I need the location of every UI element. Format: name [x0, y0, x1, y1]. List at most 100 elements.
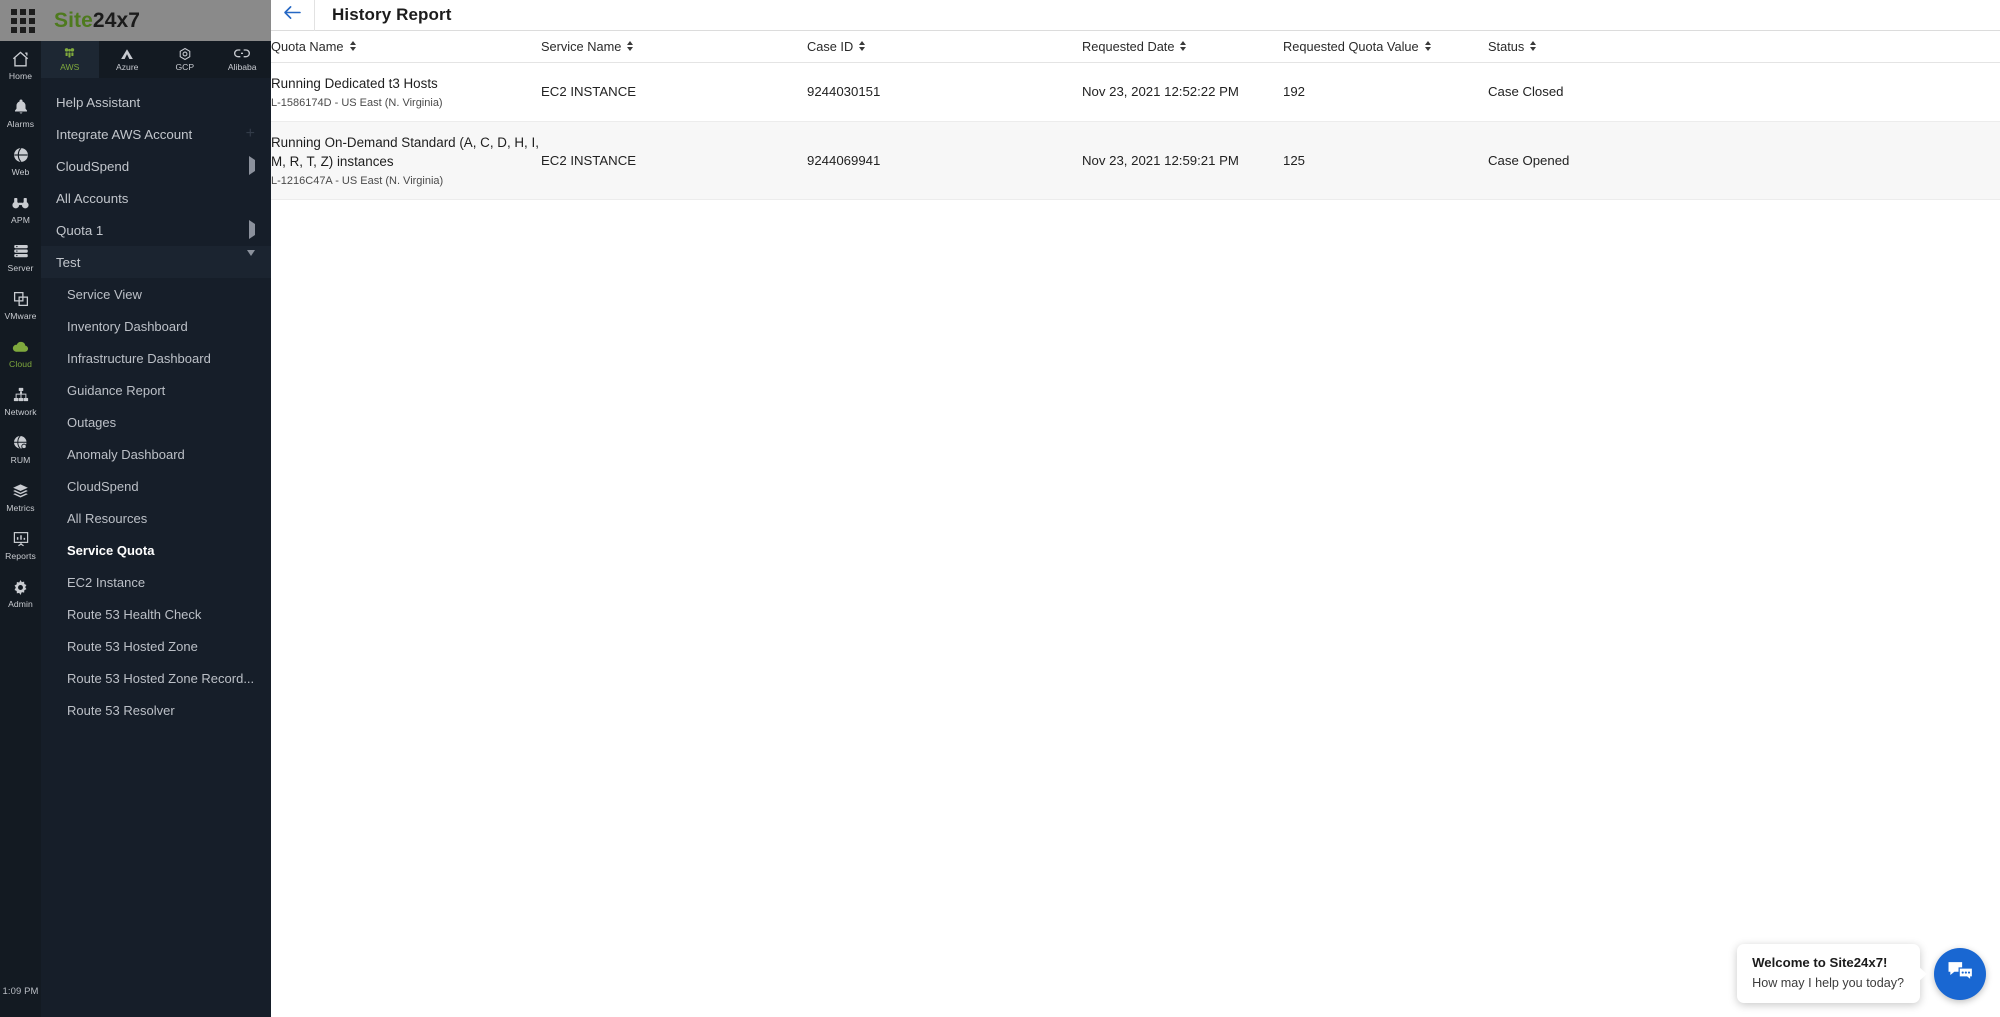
rail-item-rum[interactable]: RUM — [0, 425, 41, 473]
chat-greeting-title: Welcome to Site24x7! — [1752, 955, 1888, 970]
chat-greeting-bubble[interactable]: Welcome to Site24x7! How may I help you … — [1737, 944, 1920, 1003]
sort-arrows-icon[interactable] — [1180, 41, 1187, 52]
table-row[interactable]: Running Dedicated t3 Hosts L-1586174D - … — [271, 62, 2000, 122]
column-header-status[interactable]: Status — [1488, 31, 2000, 63]
sidebar-item-service-quota[interactable]: Service Quota — [41, 534, 271, 566]
sidebar-item-label: Quota 1 — [56, 222, 104, 238]
sidebar-item-integrate-aws-account[interactable]: Integrate AWS Account + — [41, 118, 271, 150]
windows-stack-icon — [11, 290, 30, 309]
rail-label: Network — [4, 406, 37, 417]
sidebar-item-label: Route 53 Health Check — [67, 606, 202, 622]
sort-arrows-icon[interactable] — [627, 41, 634, 52]
quota-name-text: Running Dedicated t3 Hosts — [271, 75, 438, 91]
sort-arrows-icon[interactable] — [1424, 41, 1431, 52]
rail-item-home[interactable]: Home — [0, 41, 41, 89]
sidebar-item-label: Route 53 Hosted Zone Record... — [67, 670, 255, 686]
cell-service-name: EC2 INSTANCE — [541, 62, 807, 122]
sidebar-item-service-view[interactable]: Service View — [41, 278, 271, 310]
layers-icon — [11, 482, 30, 501]
sidebar-item-quota-1[interactable]: Quota 1 — [41, 214, 271, 246]
sidebar-item-label: Anomaly Dashboard — [67, 446, 185, 462]
aws-icon — [62, 47, 77, 61]
rail-item-vmware[interactable]: VMware — [0, 281, 41, 329]
sidebar-item-anomaly-dashboard[interactable]: Anomaly Dashboard — [41, 438, 271, 470]
back-button[interactable] — [271, 0, 315, 31]
plus-icon[interactable]: + — [246, 126, 255, 142]
sidebar-item-route-53-resolver[interactable]: Route 53 Resolver — [41, 694, 271, 726]
tab-alibaba[interactable]: Alibaba — [214, 41, 272, 78]
column-label: Case ID — [807, 38, 854, 54]
column-header-quota-name[interactable]: Quota Name — [271, 31, 541, 63]
sidebar-item-route-53-hosted-zone-record[interactable]: Route 53 Hosted Zone Record... — [41, 662, 271, 694]
sort-arrows-icon[interactable] — [1530, 41, 1537, 52]
main-content: History Report Quota Name Service Name C… — [271, 0, 2000, 1017]
rail-item-admin[interactable]: Admin — [0, 569, 41, 617]
rail-item-alarms[interactable]: Alarms — [0, 89, 41, 137]
rail-item-server[interactable]: Server — [0, 233, 41, 281]
rail-item-reports[interactable]: Reports — [0, 521, 41, 569]
rail-label: Server — [7, 262, 34, 273]
rail-item-web[interactable]: Web — [0, 137, 41, 185]
column-header-case-id[interactable]: Case ID — [807, 31, 1082, 63]
tab-aws[interactable]: AWS — [41, 41, 99, 78]
sidebar-item-test[interactable]: Test — [41, 246, 271, 278]
sidebar-subgroup-test: Service View Inventory Dashboard Infrast… — [41, 278, 271, 726]
table-row[interactable]: Running On-Demand Standard (A, C, D, H, … — [271, 121, 2000, 200]
sidebar-item-all-resources[interactable]: All Resources — [41, 502, 271, 534]
rail-label: APM — [11, 214, 30, 225]
sidebar-item-label: Test — [56, 254, 81, 270]
sidebar-item-all-accounts[interactable]: All Accounts — [41, 182, 271, 214]
sidebar-item-cloudspend-sub[interactable]: CloudSpend — [41, 470, 271, 502]
quota-name-text: Running On-Demand Standard (A, C, D, H, … — [271, 134, 539, 169]
chevron-down-icon — [247, 250, 255, 267]
tab-label: AWS — [60, 62, 80, 72]
sort-arrows-icon[interactable] — [349, 41, 356, 52]
sidebar-item-label: Service View — [67, 286, 142, 302]
sidebar-item-help-assistant[interactable]: Help Assistant — [41, 86, 271, 118]
column-header-service-name[interactable]: Service Name — [541, 31, 807, 63]
rail-item-metrics[interactable]: Metrics — [0, 473, 41, 521]
sidebar-item-label: Inventory Dashboard — [67, 318, 188, 334]
sidebar-item-label: Service Quota — [67, 542, 155, 558]
column-header-requested-date[interactable]: Requested Date — [1082, 31, 1283, 63]
sidebar-item-route-53-hosted-zone[interactable]: Route 53 Hosted Zone — [41, 630, 271, 662]
home-icon — [11, 50, 30, 69]
secondary-sidebar: AWS Azure GCP Alibaba Help Assistant Int… — [41, 41, 271, 1017]
table-header: Quota Name Service Name Case ID Requeste… — [271, 31, 2000, 63]
rail-item-network[interactable]: Network — [0, 377, 41, 425]
rail-label: Cloud — [9, 358, 32, 369]
tab-label: Azure — [116, 62, 139, 72]
sidebar-item-ec2-instance[interactable]: EC2 Instance — [41, 566, 271, 598]
page-title: History Report — [332, 5, 452, 24]
rail-item-cloud[interactable]: Cloud — [0, 329, 41, 377]
rail-label: VMware — [4, 310, 37, 321]
brand-logo[interactable]: Site24x7 — [54, 9, 140, 33]
tab-azure[interactable]: Azure — [99, 41, 157, 78]
page-header: History Report — [271, 0, 2000, 31]
cell-quota-name: Running On-Demand Standard (A, C, D, H, … — [271, 121, 541, 200]
sidebar-item-label: Route 53 Hosted Zone — [67, 638, 198, 654]
sidebar-item-label: Infrastructure Dashboard — [67, 350, 211, 366]
clock-label: 1:09 PM — [2, 986, 39, 997]
binoculars-icon — [11, 194, 30, 213]
alibaba-icon — [234, 47, 251, 61]
cloud-icon — [11, 338, 30, 357]
sidebar-item-cloudspend[interactable]: CloudSpend — [41, 150, 271, 182]
tab-gcp[interactable]: GCP — [156, 41, 214, 78]
rail-item-apm[interactable]: APM — [0, 185, 41, 233]
presentation-chart-icon — [11, 530, 30, 549]
cell-service-name: EC2 INSTANCE — [541, 121, 807, 200]
sidebar-item-outages[interactable]: Outages — [41, 406, 271, 438]
chevron-right-icon — [249, 156, 255, 175]
apps-grid-icon[interactable] — [10, 8, 36, 34]
column-header-requested-quota-value[interactable]: Requested Quota Value — [1283, 31, 1488, 63]
bell-icon — [11, 98, 30, 117]
sidebar-item-inventory-dashboard[interactable]: Inventory Dashboard — [41, 310, 271, 342]
column-label: Status — [1488, 38, 1525, 54]
sidebar-item-infrastructure-dashboard[interactable]: Infrastructure Dashboard — [41, 342, 271, 374]
chat-launcher-button[interactable] — [1934, 947, 1986, 1000]
sidebar-item-guidance-report[interactable]: Guidance Report — [41, 374, 271, 406]
sidebar-item-label: CloudSpend — [67, 478, 139, 494]
sort-arrows-icon[interactable] — [859, 41, 866, 52]
sidebar-item-route-53-health-check[interactable]: Route 53 Health Check — [41, 598, 271, 630]
